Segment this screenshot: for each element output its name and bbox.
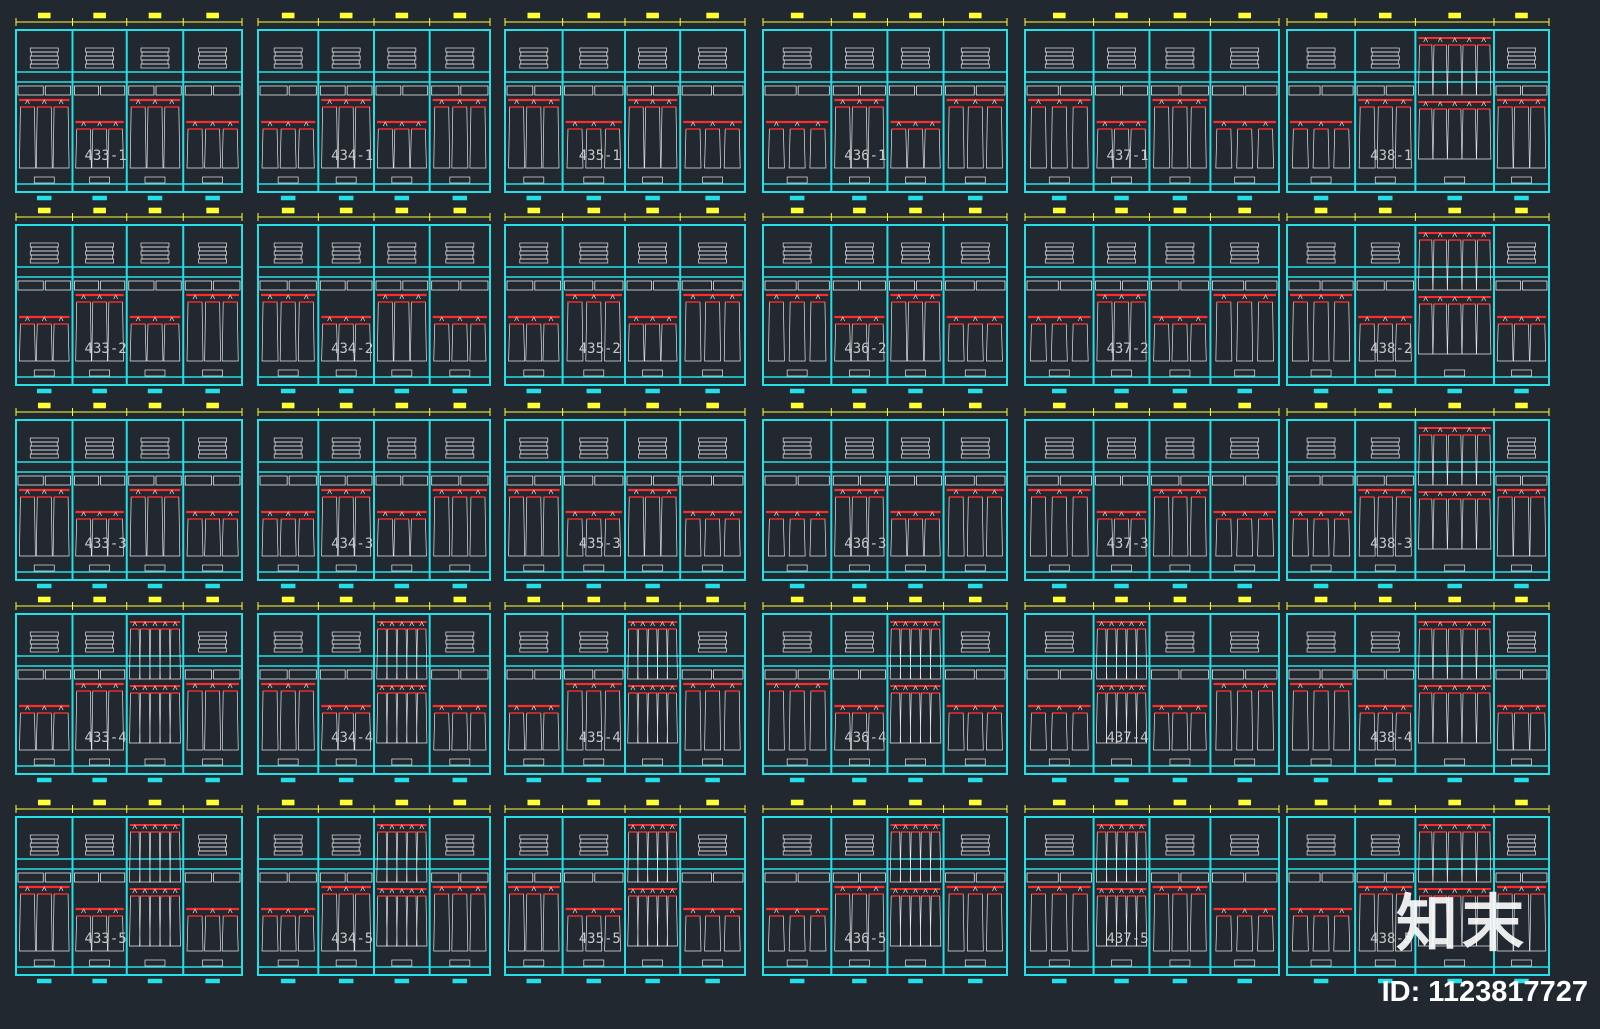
dimension-line — [15, 596, 243, 610]
dimension-line — [15, 402, 243, 416]
dimension-line — [1286, 12, 1550, 26]
wardrobe-panel: 437-2 — [1024, 207, 1280, 394]
dimension-line — [1286, 596, 1550, 610]
panel-label: 436-4 — [844, 730, 886, 746]
wardrobe-panel: 438-1 — [1286, 12, 1550, 201]
panel-label: 433-5 — [85, 931, 127, 947]
wardrobe-panel: 435-3 — [504, 402, 746, 589]
panel-label: 438-3 — [1370, 536, 1412, 552]
panel-label: 434-3 — [331, 536, 373, 552]
dimension-line — [762, 12, 1008, 26]
wardrobe-panel: 437-4 — [1024, 596, 1280, 783]
wardrobe-panel: 437-1 — [1024, 12, 1280, 201]
wardrobe-panel: 434-2 — [257, 207, 491, 394]
wardrobe-panel: 436-3 — [762, 402, 1008, 589]
dimension-line — [15, 207, 243, 221]
wardrobe-panel: 433-5 — [15, 799, 243, 984]
panel-label: 438-2 — [1370, 341, 1412, 357]
dimension-line — [1024, 596, 1280, 610]
wardrobe-panel: 436-1 — [762, 12, 1008, 201]
panel-label: 435-3 — [579, 536, 621, 552]
wardrobe-panel: 437-5 — [1024, 799, 1280, 984]
panel-label: 438-1 — [1370, 148, 1412, 164]
panel-label: 437-2 — [1106, 341, 1148, 357]
panel-label: 433-3 — [85, 536, 127, 552]
wardrobe-panel: 436-2 — [762, 207, 1008, 394]
panel-label: 438-4 — [1370, 730, 1412, 746]
dimension-line — [1286, 207, 1550, 221]
dimension-line — [1286, 402, 1550, 416]
dimension-line — [257, 12, 491, 26]
wardrobe-panel: 433-1 — [15, 12, 243, 201]
wardrobe-panel: 435-4 — [504, 596, 746, 783]
wardrobe-panel: 438-2 — [1286, 207, 1550, 394]
dimension-line — [762, 799, 1008, 813]
wardrobe-panel: 434-3 — [257, 402, 491, 589]
panel-label: 433-1 — [85, 148, 127, 164]
panel-label: 434-4 — [331, 730, 373, 746]
dimension-line — [15, 799, 243, 813]
wardrobe-panel: 438-4 — [1286, 596, 1550, 783]
panel-label: 437-5 — [1106, 931, 1148, 947]
dimension-line — [504, 207, 746, 221]
dimension-line — [257, 596, 491, 610]
panel-label: 433-2 — [85, 341, 127, 357]
dimension-line — [504, 12, 746, 26]
panel-label: 434-1 — [331, 148, 373, 164]
panel-label: 436-5 — [844, 931, 886, 947]
wardrobe-panel: 433-2 — [15, 207, 243, 394]
wardrobe-elevation-sheet: 433-1 434-1 435-1 436-1 437-1 438-1 433-2 434-2… — [15, 12, 1550, 984]
dimension-line — [1024, 799, 1280, 813]
wardrobe-panel: 436-5 — [762, 799, 1008, 984]
wardrobe-panel: 435-1 — [504, 12, 746, 201]
dimension-line — [257, 207, 491, 221]
wardrobe-panel: 433-3 — [15, 402, 243, 589]
wardrobe-panel: 433-4 — [15, 596, 243, 783]
dimension-line — [1286, 799, 1550, 813]
dimension-line — [257, 799, 491, 813]
panel-label: 434-5 — [331, 931, 373, 947]
dimension-line — [1024, 402, 1280, 416]
dimension-line — [504, 596, 746, 610]
panel-label: 437-1 — [1106, 148, 1148, 164]
panel-label: 436-1 — [844, 148, 886, 164]
panel-label: 437-4 — [1106, 730, 1148, 746]
panel-label: 437-3 — [1106, 536, 1148, 552]
panel-label: 435-4 — [579, 730, 621, 746]
wardrobe-panel: 434-5 — [257, 799, 491, 984]
panel-label: 433-4 — [85, 730, 127, 746]
dimension-line — [762, 402, 1008, 416]
wardrobe-panel: 435-2 — [504, 207, 746, 394]
wardrobe-panel: 438-3 — [1286, 402, 1550, 589]
wardrobe-panel: 435-5 — [504, 799, 746, 984]
watermark-logo: 知末 — [1395, 887, 1528, 960]
dimension-line — [257, 402, 491, 416]
dimension-line — [762, 596, 1008, 610]
panel-label: 434-2 — [331, 341, 373, 357]
watermark-id: ID: 1123817727 — [1381, 976, 1588, 1008]
dimension-line — [15, 12, 243, 26]
panel-label: 435-2 — [579, 341, 621, 357]
wardrobe-panel: 437-3 — [1024, 402, 1280, 589]
wardrobe-panel: 434-4 — [257, 596, 491, 783]
panel-label: 435-5 — [579, 931, 621, 947]
dimension-line — [504, 799, 746, 813]
wardrobe-panel: 436-4 — [762, 596, 1008, 783]
panel-label: 436-3 — [844, 536, 886, 552]
wardrobe-panel: 434-1 — [257, 12, 491, 201]
dimension-line — [762, 207, 1008, 221]
dimension-line — [1024, 12, 1280, 26]
panel-label: 436-2 — [844, 341, 886, 357]
dimension-line — [504, 402, 746, 416]
panel-label: 435-1 — [579, 148, 621, 164]
dimension-line — [1024, 207, 1280, 221]
cad-drawing-board: 433-1 434-1 435-1 436-1 437-1 438-1 433-2 434-2… — [0, 0, 1600, 1025]
